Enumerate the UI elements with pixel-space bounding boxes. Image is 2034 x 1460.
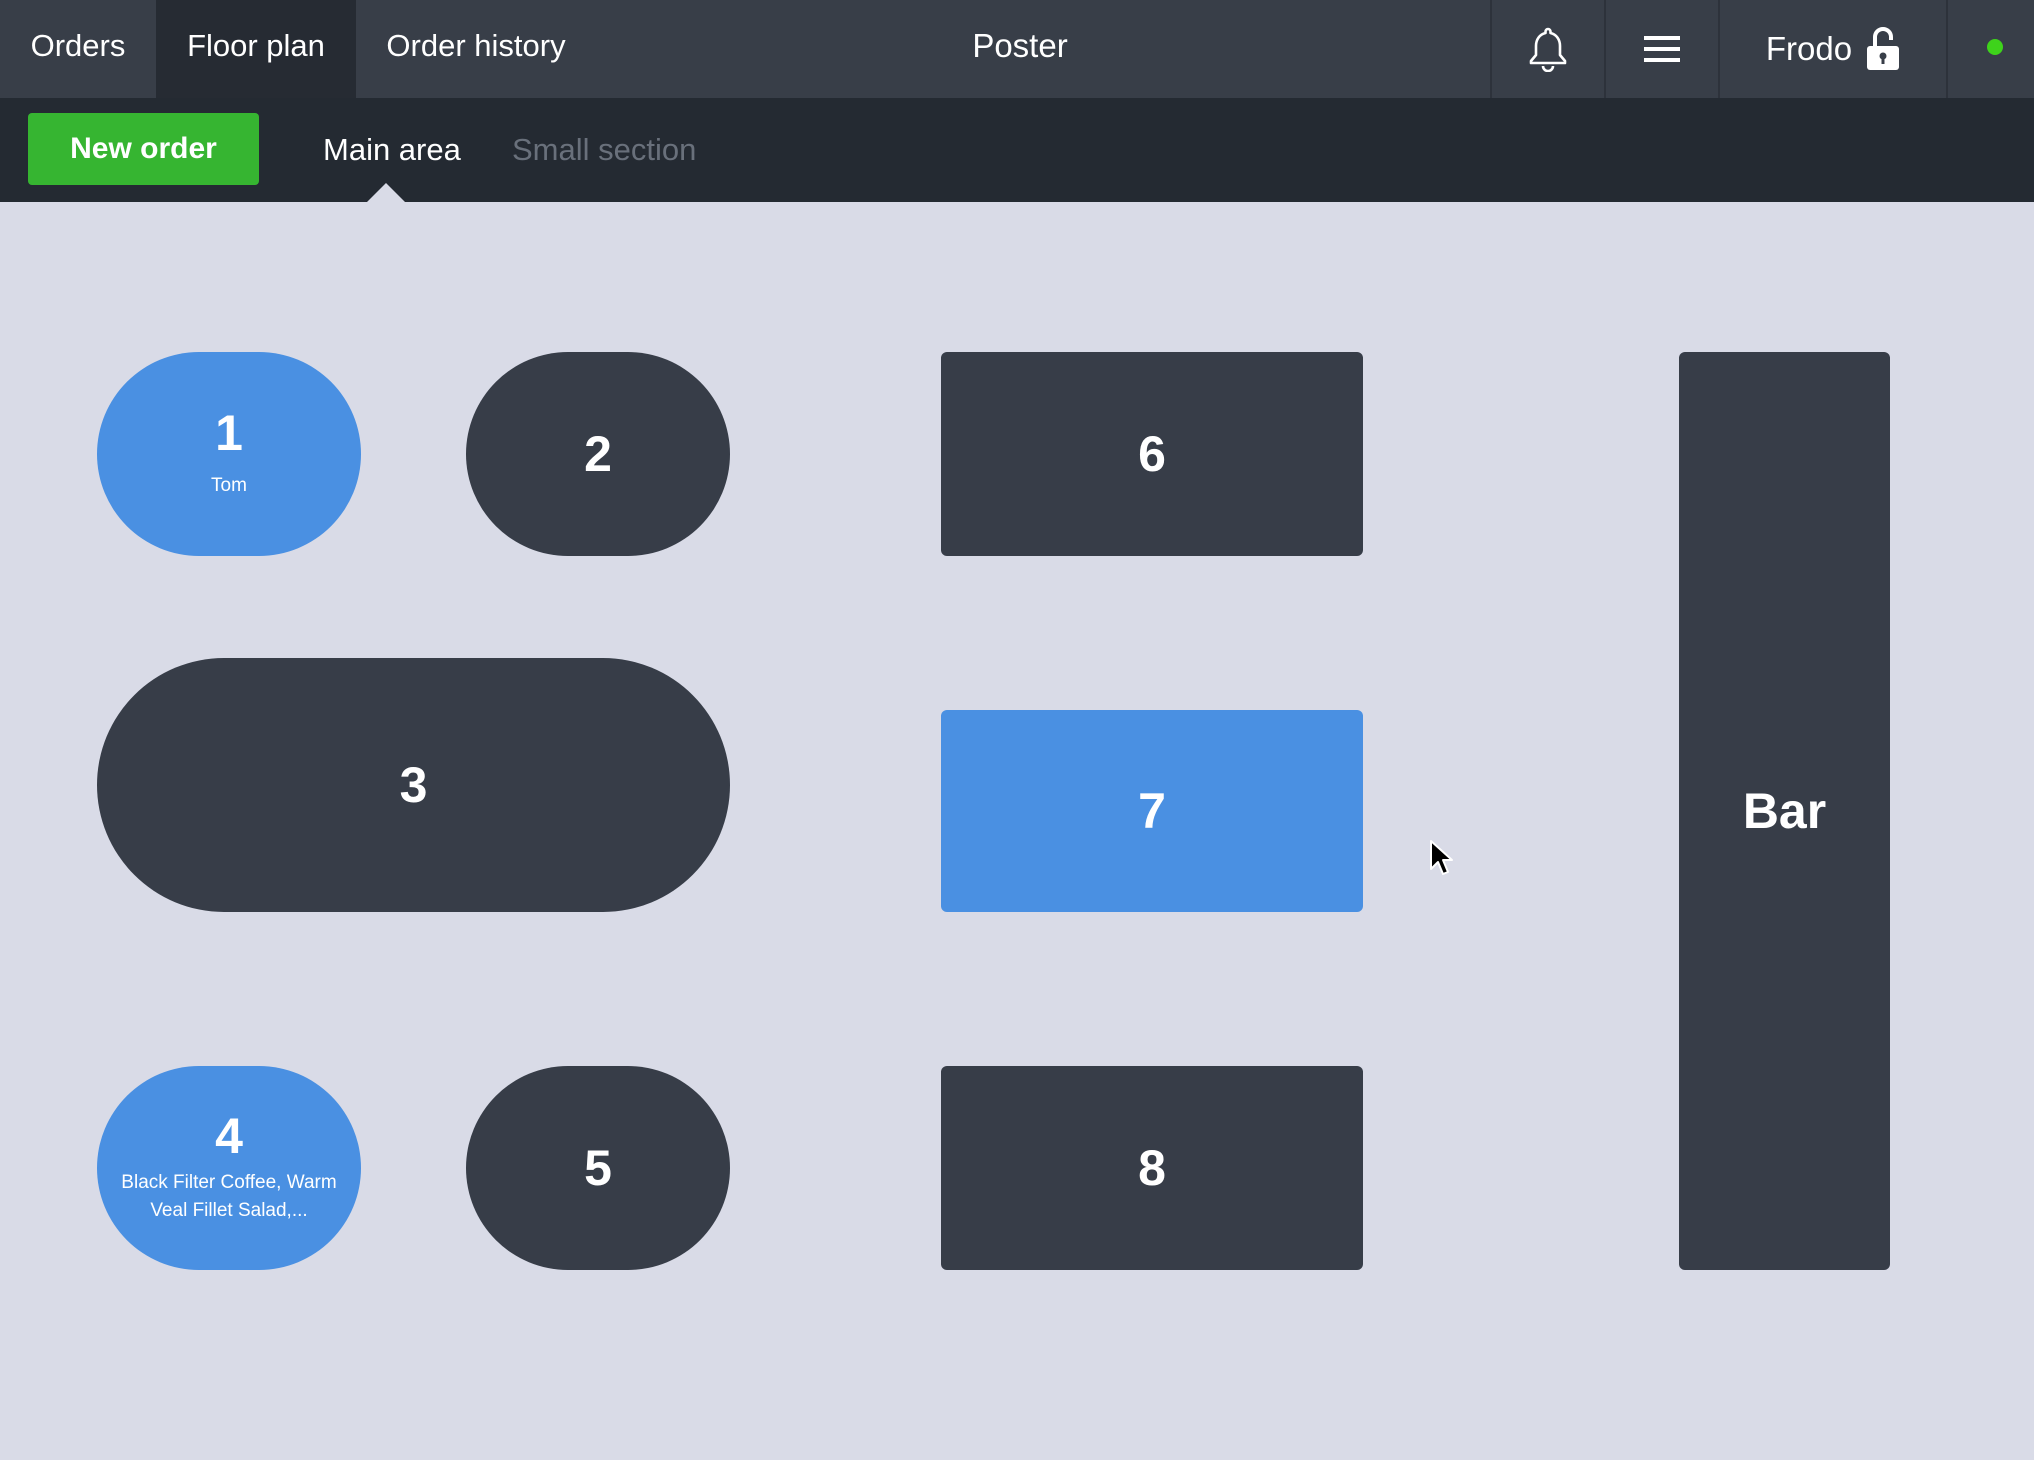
mouse-pointer-icon bbox=[1430, 840, 1453, 875]
table-8[interactable]: 8 bbox=[941, 1066, 1363, 1270]
user-name: Frodo bbox=[1765, 30, 1853, 67]
table-number: 8 bbox=[1138, 1140, 1166, 1196]
table-number: 7 bbox=[1138, 783, 1166, 839]
table-number: 6 bbox=[1138, 426, 1166, 482]
tab-floor-plan[interactable]: Floor plan bbox=[156, 0, 356, 98]
area-toolbar: New order Main area Small section bbox=[0, 98, 2034, 202]
menu-button[interactable] bbox=[1606, 0, 1718, 98]
table-number: 2 bbox=[584, 426, 612, 482]
tab-small-section[interactable]: Small section bbox=[512, 98, 696, 202]
table-1[interactable]: 1 Tom bbox=[97, 352, 361, 556]
tab-order-history[interactable]: Order history bbox=[356, 0, 596, 98]
table-5[interactable]: 5 bbox=[466, 1066, 730, 1270]
table-bar[interactable]: Bar bbox=[1679, 352, 1890, 1270]
table-6[interactable]: 6 bbox=[941, 352, 1363, 556]
connection-status-indicator bbox=[1987, 39, 2003, 55]
app-title: Poster bbox=[972, 27, 1068, 64]
divider bbox=[1946, 0, 1948, 98]
hamburger-menu-icon bbox=[1644, 36, 1680, 62]
active-tab-indicator bbox=[367, 183, 405, 202]
tab-orders[interactable]: Orders bbox=[0, 0, 156, 98]
table-number: 4 bbox=[215, 1108, 243, 1164]
top-navigation-bar: Orders Floor plan Order history Poster F… bbox=[0, 0, 2034, 98]
user-lock-button[interactable]: Frodo bbox=[1720, 0, 1946, 98]
table-7[interactable]: 7 bbox=[941, 710, 1363, 912]
notifications-button[interactable] bbox=[1492, 0, 1604, 98]
new-order-button[interactable]: New order bbox=[28, 113, 259, 185]
table-4[interactable]: 4 Black Filter Coffee, Warm Veal Fillet … bbox=[97, 1066, 361, 1270]
unlocked-padlock-icon bbox=[1867, 27, 1900, 70]
table-note: Black Filter Coffee, Warm Veal Fillet Sa… bbox=[121, 1172, 337, 1221]
table-number: 5 bbox=[584, 1140, 612, 1196]
table-note: Tom bbox=[211, 475, 247, 496]
table-2[interactable]: 2 bbox=[466, 352, 730, 556]
table-number: 3 bbox=[399, 757, 428, 813]
table-number: Bar bbox=[1742, 783, 1827, 839]
bell-icon bbox=[1529, 27, 1567, 72]
table-3[interactable]: 3 bbox=[97, 658, 730, 912]
table-number: 1 bbox=[215, 405, 243, 461]
